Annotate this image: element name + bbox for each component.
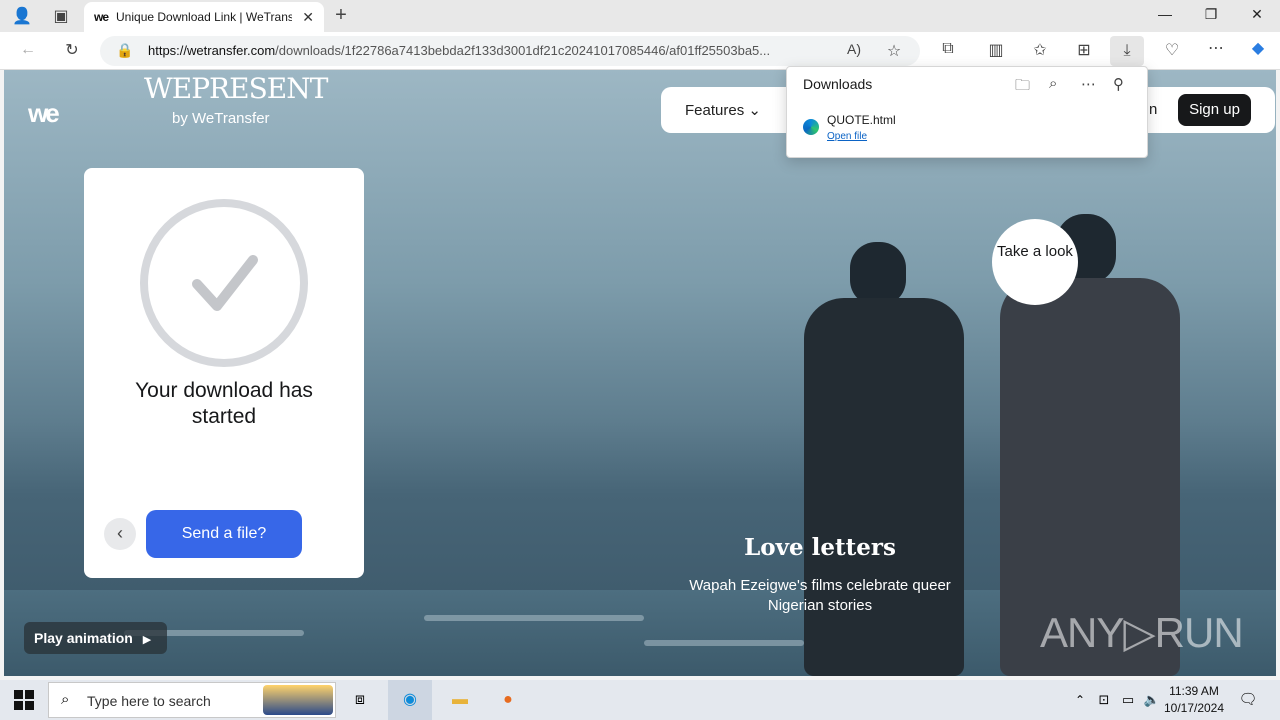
tray-chevron-up-icon[interactable]: ⌃ — [1068, 688, 1092, 712]
tray-app-icon[interactable]: ⊡ — [1092, 688, 1116, 712]
maximize-button[interactable]: ❐ — [1188, 6, 1234, 23]
chevron-down-icon: ⌄ — [748, 102, 761, 119]
download-card: Your download has started ‹ Send a file? — [84, 168, 364, 578]
downloads-icon[interactable]: ⤓ — [1110, 36, 1144, 66]
taskbar: ⌕ Type here to search ⧈ ◉ ▬ ● ⌃ ⊡ ▭ 🔈 11… — [0, 680, 1280, 720]
by-wetransfer-text: by WeTransfer — [172, 110, 270, 127]
edge-taskbar-icon[interactable]: ◉ — [388, 680, 432, 720]
task-view-icon[interactable]: ⧈ — [348, 688, 372, 712]
new-tab-icon[interactable]: + — [330, 4, 352, 27]
refresh-icon[interactable]: ↻ — [60, 40, 84, 60]
profile-icon[interactable]: 👤 — [10, 6, 34, 26]
search-highlight-icon — [263, 685, 333, 715]
download-file-name[interactable]: QUOTE.html — [827, 113, 896, 127]
network-icon[interactable]: ▭ — [1116, 688, 1140, 712]
download-status-message: Your download has started — [135, 379, 313, 428]
story-subtitle: Wapah Ezeigwe's films celebrate queer Ni… — [689, 577, 951, 614]
search-icon: ⌕ — [61, 691, 70, 708]
page-hero: we WEPRESENT by WeTransfer Features ⌄ n … — [4, 70, 1276, 676]
tab-bar: 👤 ▣ we Unique Download Link | WeTrans ✕ … — [0, 0, 1280, 32]
story-title[interactable]: Love letters — [660, 534, 980, 561]
favorite-star-icon[interactable]: ☆ — [884, 41, 904, 61]
minimize-button[interactable]: — — [1142, 6, 1188, 22]
tab-actions-icon[interactable]: ▣ — [50, 6, 72, 26]
wetransfer-favicon-icon: we — [94, 10, 109, 24]
anyrun-watermark: ANY▷RUN — [1040, 609, 1244, 656]
play-animation-button[interactable]: Play animation ▶ — [24, 622, 167, 654]
play-icon: ▶ — [142, 634, 152, 646]
notifications-icon[interactable]: 🗨 — [1236, 688, 1260, 712]
address-bar[interactable]: 🔒 https://wetransfer.com/downloads/1f227… — [100, 36, 920, 66]
url-text: https://wetransfer.com/downloads/1f22786… — [148, 43, 771, 58]
login-link[interactable]: n — [1149, 101, 1157, 118]
wetransfer-logo[interactable]: we — [28, 98, 60, 129]
more-options-icon[interactable]: ⋯ — [1081, 75, 1096, 93]
close-tab-icon[interactable]: ✕ — [302, 9, 314, 26]
close-window-button[interactable]: ✕ — [1234, 6, 1280, 23]
favorites-icon[interactable]: ✩ — [1028, 40, 1052, 60]
downloads-panel: Downloads 🗀 ⌕ ⋯ ⚲ QUOTE.html Open file — [786, 66, 1148, 158]
pin-icon[interactable]: ⚲ — [1113, 75, 1124, 93]
person-head-left — [850, 242, 906, 306]
wepresent-logo[interactable]: WEPRESENT — [144, 72, 328, 105]
collections-icon[interactable]: ⊞ — [1072, 40, 1096, 60]
wave-decoration — [644, 640, 804, 646]
address-toolbar: ← ↻ 🔒 https://wetransfer.com/downloads/1… — [0, 32, 1280, 70]
tab-title: Unique Download Link | WeTrans — [116, 10, 293, 24]
clock-time[interactable]: 11:39 AM — [1164, 684, 1224, 698]
firefox-icon[interactable]: ● — [496, 688, 520, 712]
features-menu[interactable]: Features ⌄ — [685, 101, 761, 119]
browser-essentials-icon[interactable]: ♡ — [1160, 40, 1184, 60]
send-file-button[interactable]: Send a file? — [146, 510, 302, 558]
clock-date[interactable]: 10/17/2024 — [1160, 701, 1228, 715]
back-button[interactable]: ‹ — [104, 518, 136, 550]
open-folder-icon[interactable]: 🗀 — [1015, 75, 1030, 100]
back-icon[interactable]: ← — [16, 41, 40, 59]
windows-start-icon[interactable] — [14, 690, 34, 710]
read-aloud-icon[interactable]: A) — [844, 41, 864, 57]
file-explorer-icon[interactable]: ▬ — [448, 688, 472, 712]
downloads-title: Downloads — [803, 76, 873, 92]
extensions-icon[interactable]: ⧉ — [936, 40, 960, 58]
person-left — [804, 298, 964, 676]
copilot-icon[interactable]: ◆ — [1246, 38, 1270, 58]
taskbar-search[interactable]: ⌕ Type here to search — [48, 682, 336, 718]
wave-decoration — [424, 615, 644, 621]
open-file-link[interactable]: Open file — [827, 131, 867, 142]
lock-icon[interactable]: 🔒 — [116, 42, 134, 59]
take-a-look-button[interactable]: Take a look — [992, 219, 1078, 305]
search-icon[interactable]: ⌕ — [1049, 75, 1057, 92]
edge-file-icon — [803, 119, 819, 135]
tab-active[interactable]: we Unique Download Link | WeTrans ✕ — [84, 2, 324, 32]
more-menu-icon[interactable]: ⋯ — [1204, 38, 1228, 58]
signup-button[interactable]: Sign up — [1178, 94, 1251, 126]
split-screen-icon[interactable]: ▥ — [984, 40, 1008, 60]
search-placeholder: Type here to search — [87, 693, 211, 709]
checkmark-icon — [140, 199, 308, 367]
